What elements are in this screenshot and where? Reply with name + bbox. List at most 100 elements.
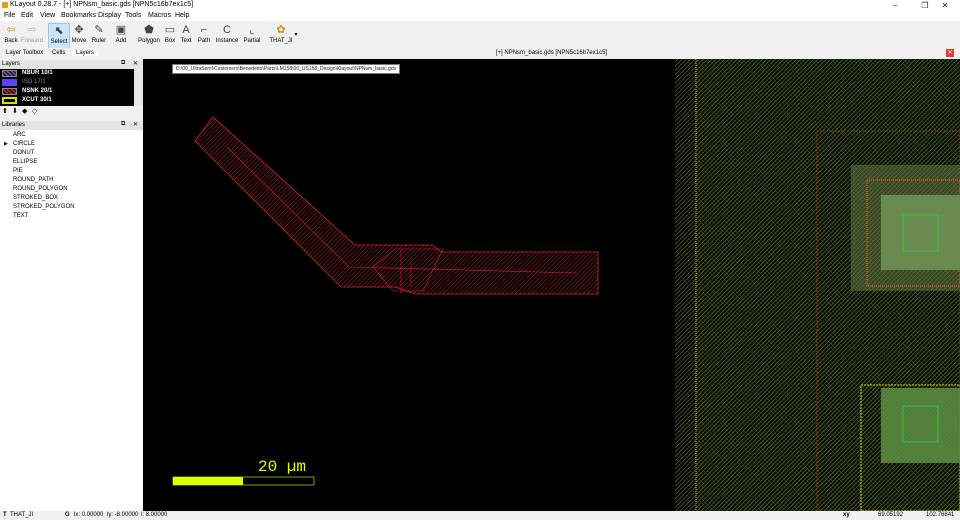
close-document-icon[interactable]: ✕ bbox=[946, 49, 954, 57]
layer-item-nbur[interactable]: NBUR 10/1 bbox=[2, 69, 132, 78]
list-item[interactable]: CIRCLE bbox=[13, 141, 35, 147]
layer-hide-icon[interactable]: ◇ bbox=[32, 107, 37, 115]
layer-swatch bbox=[2, 97, 17, 104]
layer-show-icon[interactable]: ◆ bbox=[22, 107, 27, 115]
layer-up-icon[interactable]: ⬆ bbox=[2, 107, 8, 115]
instance-tool[interactable]: C Instance bbox=[215, 23, 239, 47]
ruler-tool[interactable]: ✎ Ruler bbox=[89, 23, 109, 47]
text-tool[interactable]: A Text bbox=[179, 23, 193, 47]
move-tool[interactable]: ✥ Move bbox=[70, 23, 88, 47]
path-tool[interactable]: ⌐ Path bbox=[196, 23, 212, 47]
layers-panel-title: Layers bbox=[2, 61, 21, 67]
status-macro: THAT_JI bbox=[10, 512, 34, 518]
list-item[interactable]: ROUND_POLYGON bbox=[13, 186, 68, 192]
library-list: ARC ▶ CIRCLE DONUT ELLIPSE PIE ROUND_PAT… bbox=[0, 130, 143, 512]
menu-edit[interactable]: Edit bbox=[21, 12, 33, 19]
partial-tool[interactable]: ⌞ Partial bbox=[242, 23, 262, 47]
layout-canvas[interactable]: 20 µm bbox=[143, 59, 960, 511]
select-tool[interactable]: ⬉ Select bbox=[48, 23, 70, 49]
menu-view[interactable]: View bbox=[40, 12, 55, 19]
menu-file[interactable]: File bbox=[4, 12, 15, 19]
add-tool[interactable]: ▣ Add bbox=[111, 23, 131, 47]
ruler-icon: ✎ bbox=[94, 24, 104, 36]
menu-tools[interactable]: Tools bbox=[125, 12, 141, 19]
list-item[interactable]: DONUT bbox=[13, 150, 34, 156]
list-item[interactable]: ROUND_PATH bbox=[13, 177, 53, 183]
list-item[interactable]: STROKED_POLYGON bbox=[13, 204, 75, 210]
tab-layers[interactable]: Layers bbox=[72, 50, 99, 56]
left-panel-tabs: Layer Toolbox Cells Layers bbox=[0, 48, 143, 59]
status-ly: ly: -8.00000 bbox=[107, 512, 139, 518]
document-tab-bar: [+] NPNsm_basic.gds [NPN5c16b7ex1c5] ✕ bbox=[143, 48, 960, 59]
menu-macros[interactable]: Macros bbox=[148, 12, 171, 19]
cursor-icon: ⬉ bbox=[54, 25, 64, 37]
list-item[interactable]: ELLIPSE bbox=[13, 159, 37, 165]
layout-path-nsnk[interactable] bbox=[194, 116, 599, 295]
move-icon: ✥ bbox=[74, 24, 84, 36]
title-bar: KLayout 0.28.7 - [+] NPNsm_basic.gds [NP… bbox=[0, 0, 960, 11]
box-icon: ▭ bbox=[164, 24, 176, 36]
tab-layer-toolbox[interactable]: Layer Toolbox bbox=[6, 50, 43, 56]
back-button[interactable]: ⇦ Back bbox=[2, 23, 20, 47]
layer-item-iso[interactable]: ISO 17/1 bbox=[2, 78, 132, 87]
layout-view[interactable]: 20 µm bbox=[143, 59, 960, 511]
layer-swatch bbox=[2, 70, 17, 77]
status-mode: xy bbox=[843, 512, 850, 518]
layer-item-nsnk[interactable]: NSNK 20/1 bbox=[2, 87, 132, 96]
close-window-button[interactable]: ✕ bbox=[930, 0, 960, 11]
layer-list: NBUR 10/1 ISO 17/1 NSNK 20/1 XCUT 30/1 bbox=[0, 69, 134, 106]
status-l: l: 8.00000 bbox=[141, 512, 168, 518]
layers-panel-header: Layers ⧉ ✕ bbox=[0, 60, 143, 69]
box-tool[interactable]: ▭ Box bbox=[163, 23, 177, 47]
layer-down-icon[interactable]: ⬇ bbox=[12, 107, 18, 115]
status-grid: G bbox=[65, 512, 70, 518]
libraries-panel-header: Libraries ⧉ ✕ bbox=[0, 121, 143, 130]
layer-swatch bbox=[2, 79, 17, 86]
layout-shape[interactable] bbox=[881, 195, 960, 270]
close-panel-icon[interactable]: ✕ bbox=[133, 60, 138, 67]
toolbar: ⇦ Back ⇨ Forward ⬉ Select ✥ Move ✎ Ruler… bbox=[0, 21, 960, 49]
menu-bar: File Edit View Bookmarks Display Tools M… bbox=[0, 11, 960, 21]
float-panel-icon[interactable]: ⧉ bbox=[121, 60, 125, 67]
layer-list-scrollbar[interactable] bbox=[134, 69, 143, 106]
instance-icon: C bbox=[223, 24, 231, 36]
path-icon: ⌐ bbox=[200, 24, 208, 36]
arrow-right-icon: ⇨ bbox=[27, 24, 37, 36]
minimize-button[interactable]: – bbox=[880, 0, 910, 11]
file-path-tooltip: D:\00_UltraSemi\Customers\Benedetto\Part… bbox=[172, 64, 401, 74]
layer-item-xcut[interactable]: XCUT 30/1 bbox=[2, 96, 132, 105]
expand-arrow-icon[interactable]: ▶ bbox=[4, 141, 8, 147]
list-item[interactable]: STROKED_BOX bbox=[13, 195, 58, 201]
close-panel-icon[interactable]: ✕ bbox=[133, 121, 138, 128]
add-shape-icon: ▣ bbox=[115, 24, 127, 36]
layer-swatch bbox=[2, 88, 17, 95]
scale-bar-label: 20 µm bbox=[258, 458, 306, 476]
libraries-panel-title: Libraries bbox=[2, 122, 26, 128]
layout-shape[interactable] bbox=[881, 388, 960, 463]
macro-button[interactable]: ✿ THAT_JI bbox=[268, 23, 294, 47]
list-item[interactable]: PIE bbox=[13, 168, 23, 174]
status-t-icon: T bbox=[3, 512, 7, 518]
klayout-logo-icon bbox=[2, 2, 8, 8]
partial-icon: ⌞ bbox=[249, 24, 255, 36]
status-x: 69.05192 bbox=[878, 512, 904, 518]
arrow-left-icon: ⇦ bbox=[6, 24, 16, 36]
menu-help[interactable]: Help bbox=[175, 12, 189, 19]
menu-bookmarks[interactable]: Bookmarks bbox=[61, 12, 96, 19]
status-bar: T THAT_JI G lx: 0.00000 ly: -8.00000 l: … bbox=[0, 511, 960, 520]
document-tab-title[interactable]: [+] NPNsm_basic.gds [NPN5c16b7ex1c5] bbox=[143, 50, 960, 56]
list-item[interactable]: TEXT bbox=[13, 213, 28, 219]
status-y: 102.76841 bbox=[926, 512, 955, 518]
text-icon: A bbox=[182, 24, 190, 36]
menu-display[interactable]: Display bbox=[98, 12, 121, 19]
tab-cells[interactable]: Cells bbox=[52, 50, 65, 56]
layer-tools: ⬆ ⬇ ◆ ◇ bbox=[0, 106, 143, 117]
macro-icon: ✿ bbox=[276, 24, 286, 36]
status-lx: lx: 0.00000 bbox=[74, 512, 104, 518]
polygon-tool[interactable]: ⬟ Polygon bbox=[138, 23, 160, 47]
window-title: KLayout 0.28.7 - [+] NPNsm_basic.gds [NP… bbox=[10, 1, 194, 8]
polygon-icon: ⬟ bbox=[144, 24, 154, 36]
forward-button[interactable]: ⇨ Forward bbox=[21, 23, 43, 47]
list-item[interactable]: ARC bbox=[13, 132, 26, 138]
float-panel-icon[interactable]: ⧉ bbox=[121, 121, 125, 128]
